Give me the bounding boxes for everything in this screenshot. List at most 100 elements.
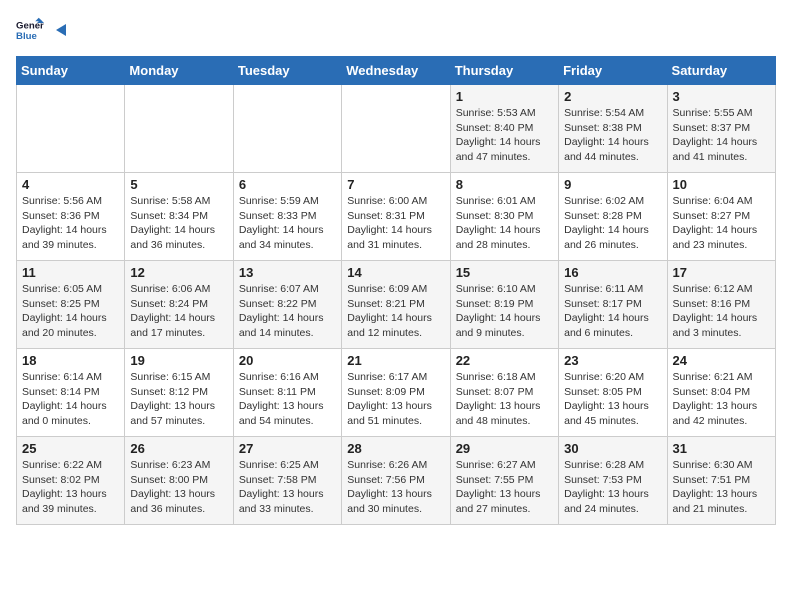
day-number: 17 [673,265,770,280]
calendar-cell: 16 Sunrise: 6:11 AM Sunset: 8:17 PM Dayli… [559,261,667,349]
logo-icon: General Blue [16,16,44,44]
calendar-cell: 26 Sunrise: 6:23 AM Sunset: 8:00 PM Dayli… [125,437,233,525]
day-info: Sunrise: 6:15 AM Sunset: 8:12 PM Dayligh… [130,370,227,429]
calendar-cell: 21 Sunrise: 6:17 AM Sunset: 8:09 PM Dayli… [342,349,450,437]
day-number: 30 [564,441,661,456]
day-number: 13 [239,265,336,280]
day-number: 1 [456,89,553,104]
day-info: Sunrise: 5:55 AM Sunset: 8:37 PM Dayligh… [673,106,770,165]
calendar-cell: 6 Sunrise: 5:59 AM Sunset: 8:33 PM Daylig… [233,173,341,261]
day-info: Sunrise: 6:11 AM Sunset: 8:17 PM Dayligh… [564,282,661,341]
calendar-cell: 17 Sunrise: 6:12 AM Sunset: 8:16 PM Dayli… [667,261,775,349]
day-number: 11 [22,265,119,280]
day-number: 23 [564,353,661,368]
day-number: 2 [564,89,661,104]
calendar-cell: 20Sunrise: 6:16 AM Sunset: 8:11 PM Dayli… [233,349,341,437]
calendar-cell [17,85,125,173]
day-info: Sunrise: 5:54 AM Sunset: 8:38 PM Dayligh… [564,106,661,165]
calendar-cell: 9 Sunrise: 6:02 AM Sunset: 8:28 PM Daylig… [559,173,667,261]
day-info: Sunrise: 6:28 AM Sunset: 7:53 PM Dayligh… [564,458,661,517]
day-info: Sunrise: 6:26 AM Sunset: 7:56 PM Dayligh… [347,458,444,517]
day-number: 3 [673,89,770,104]
day-number: 8 [456,177,553,192]
day-info: Sunrise: 6:07 AM Sunset: 8:22 PM Dayligh… [239,282,336,341]
day-number: 4 [22,177,119,192]
day-info: Sunrise: 6:14 AM Sunset: 8:14 PM Dayligh… [22,370,119,429]
calendar-cell: 19 Sunrise: 6:15 AM Sunset: 8:12 PM Dayli… [125,349,233,437]
calendar-table: SundayMondayTuesdayWednesdayThursdayFrid… [16,56,776,525]
day-info: Sunrise: 6:00 AM Sunset: 8:31 PM Dayligh… [347,194,444,253]
logo-arrow-icon [52,21,70,39]
calendar-cell [342,85,450,173]
col-header-sunday: Sunday [17,57,125,85]
day-number: 19 [130,353,227,368]
day-number: 12 [130,265,227,280]
day-info: Sunrise: 5:58 AM Sunset: 8:34 PM Dayligh… [130,194,227,253]
calendar-cell: 5 Sunrise: 5:58 AM Sunset: 8:34 PM Daylig… [125,173,233,261]
day-number: 10 [673,177,770,192]
day-info: Sunrise: 6:01 AM Sunset: 8:30 PM Dayligh… [456,194,553,253]
day-info: Sunrise: 6:21 AM Sunset: 8:04 PM Dayligh… [673,370,770,429]
calendar-cell: 31Sunrise: 6:30 AM Sunset: 7:51 PM Dayli… [667,437,775,525]
day-number: 31 [673,441,770,456]
day-info: Sunrise: 6:12 AM Sunset: 8:16 PM Dayligh… [673,282,770,341]
calendar-cell: 7 Sunrise: 6:00 AM Sunset: 8:31 PM Daylig… [342,173,450,261]
day-info: Sunrise: 6:22 AM Sunset: 8:02 PM Dayligh… [22,458,119,517]
calendar-cell: 8 Sunrise: 6:01 AM Sunset: 8:30 PM Daylig… [450,173,558,261]
day-number: 27 [239,441,336,456]
calendar-week-3: 11 Sunrise: 6:05 AM Sunset: 8:25 PM Dayli… [17,261,776,349]
day-info: Sunrise: 6:17 AM Sunset: 8:09 PM Dayligh… [347,370,444,429]
day-number: 29 [456,441,553,456]
calendar-week-5: 25Sunrise: 6:22 AM Sunset: 8:02 PM Dayli… [17,437,776,525]
calendar-week-1: 1 Sunrise: 5:53 AM Sunset: 8:40 PM Daylig… [17,85,776,173]
calendar-cell: 12 Sunrise: 6:06 AM Sunset: 8:24 PM Dayli… [125,261,233,349]
day-info: Sunrise: 6:05 AM Sunset: 8:25 PM Dayligh… [22,282,119,341]
calendar-cell: 10Sunrise: 6:04 AM Sunset: 8:27 PM Dayli… [667,173,775,261]
day-number: 18 [22,353,119,368]
col-header-saturday: Saturday [667,57,775,85]
calendar-cell: 27 Sunrise: 6:25 AM Sunset: 7:58 PM Dayli… [233,437,341,525]
calendar-cell: 4 Sunrise: 5:56 AM Sunset: 8:36 PM Daylig… [17,173,125,261]
day-info: Sunrise: 6:20 AM Sunset: 8:05 PM Dayligh… [564,370,661,429]
day-info: Sunrise: 5:56 AM Sunset: 8:36 PM Dayligh… [22,194,119,253]
page-header: General Blue [16,16,776,44]
day-number: 22 [456,353,553,368]
day-info: Sunrise: 5:59 AM Sunset: 8:33 PM Dayligh… [239,194,336,253]
day-number: 6 [239,177,336,192]
day-info: Sunrise: 6:16 AM Sunset: 8:11 PM Dayligh… [239,370,336,429]
day-info: Sunrise: 6:25 AM Sunset: 7:58 PM Dayligh… [239,458,336,517]
calendar-cell: 29 Sunrise: 6:27 AM Sunset: 7:55 PM Dayli… [450,437,558,525]
logo: General Blue [16,16,70,44]
calendar-cell: 1 Sunrise: 5:53 AM Sunset: 8:40 PM Daylig… [450,85,558,173]
day-number: 21 [347,353,444,368]
calendar-cell [125,85,233,173]
calendar-cell: 2 Sunrise: 5:54 AM Sunset: 8:38 PM Daylig… [559,85,667,173]
day-info: Sunrise: 6:06 AM Sunset: 8:24 PM Dayligh… [130,282,227,341]
day-info: Sunrise: 6:27 AM Sunset: 7:55 PM Dayligh… [456,458,553,517]
day-info: Sunrise: 6:09 AM Sunset: 8:21 PM Dayligh… [347,282,444,341]
day-info: Sunrise: 5:53 AM Sunset: 8:40 PM Dayligh… [456,106,553,165]
calendar-week-4: 18 Sunrise: 6:14 AM Sunset: 8:14 PM Dayli… [17,349,776,437]
calendar-cell: 30 Sunrise: 6:28 AM Sunset: 7:53 PM Dayli… [559,437,667,525]
calendar-cell: 14 Sunrise: 6:09 AM Sunset: 8:21 PM Dayli… [342,261,450,349]
calendar-cell: 3 Sunrise: 5:55 AM Sunset: 8:37 PM Daylig… [667,85,775,173]
day-number: 5 [130,177,227,192]
day-number: 16 [564,265,661,280]
col-header-monday: Monday [125,57,233,85]
day-info: Sunrise: 6:23 AM Sunset: 8:00 PM Dayligh… [130,458,227,517]
col-header-thursday: Thursday [450,57,558,85]
header-row: SundayMondayTuesdayWednesdayThursdayFrid… [17,57,776,85]
day-info: Sunrise: 6:10 AM Sunset: 8:19 PM Dayligh… [456,282,553,341]
day-number: 9 [564,177,661,192]
calendar-cell: 23 Sunrise: 6:20 AM Sunset: 8:05 PM Dayli… [559,349,667,437]
col-header-wednesday: Wednesday [342,57,450,85]
day-number: 14 [347,265,444,280]
day-info: Sunrise: 6:02 AM Sunset: 8:28 PM Dayligh… [564,194,661,253]
calendar-cell: 15Sunrise: 6:10 AM Sunset: 8:19 PM Dayli… [450,261,558,349]
calendar-cell: 11 Sunrise: 6:05 AM Sunset: 8:25 PM Dayli… [17,261,125,349]
svg-text:Blue: Blue [16,31,37,42]
day-info: Sunrise: 6:18 AM Sunset: 8:07 PM Dayligh… [456,370,553,429]
day-number: 7 [347,177,444,192]
day-number: 26 [130,441,227,456]
calendar-cell: 25Sunrise: 6:22 AM Sunset: 8:02 PM Dayli… [17,437,125,525]
